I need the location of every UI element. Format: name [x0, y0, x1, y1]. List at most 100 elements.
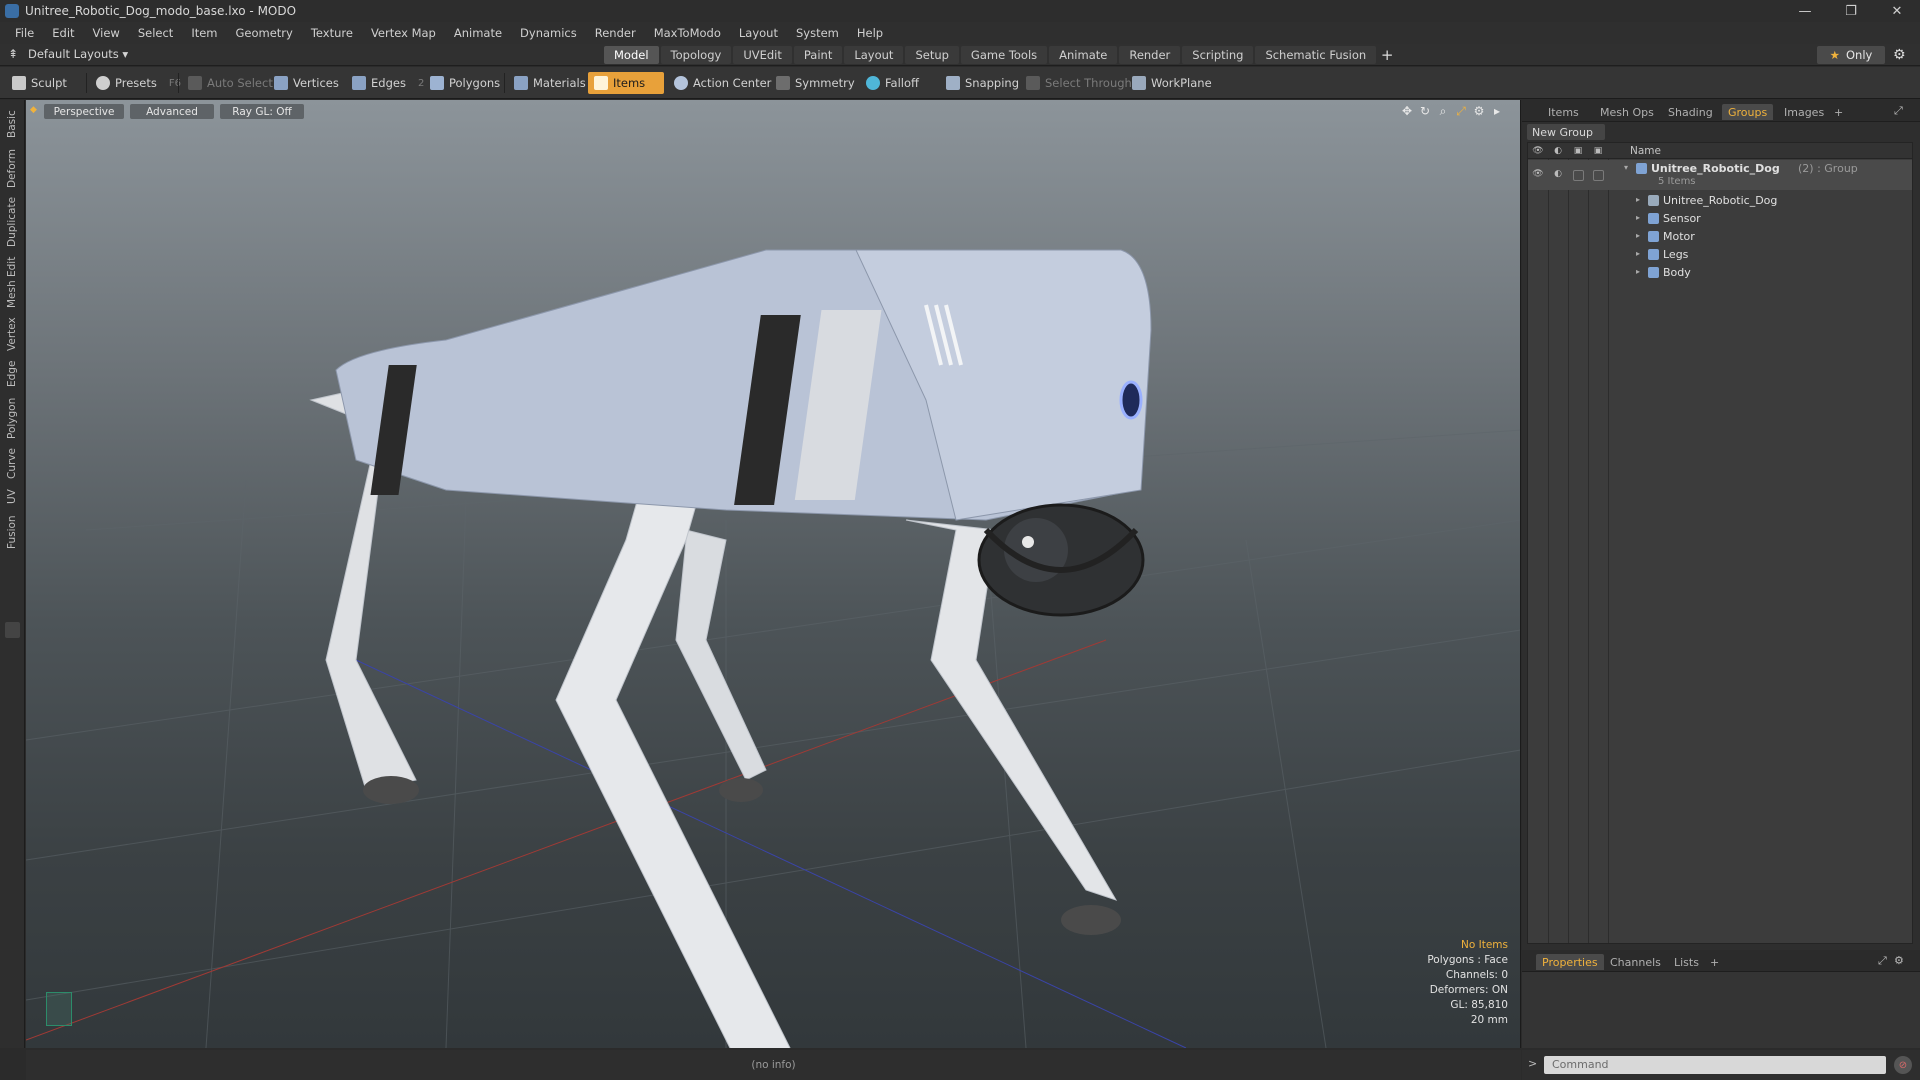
polygons-button[interactable]: Polygons [424, 72, 506, 94]
vtab-curve[interactable]: Curve [3, 446, 21, 482]
lock-column-icon[interactable]: ▣ [1572, 145, 1584, 157]
presets-button[interactable]: Presets F6 [90, 72, 187, 94]
tab-model[interactable]: Model [604, 46, 659, 64]
viewport-expand-icon[interactable]: ▸ [1490, 104, 1504, 118]
raygl-button[interactable]: Ray GL: Off [220, 104, 304, 119]
group-child-row[interactable]: ▸ Sensor [1528, 210, 1912, 228]
symmetry-button[interactable]: Symmetry [770, 72, 861, 94]
tab-mesh-ops[interactable]: Mesh Ops [1594, 104, 1660, 120]
vtab-basic[interactable]: Basic [3, 106, 21, 142]
layout-selector[interactable]: Default Layouts ▾ [28, 47, 128, 61]
items-button[interactable]: Items [588, 72, 664, 94]
group-child-row[interactable]: ▸ Unitree_Robotic_Dog [1528, 192, 1912, 210]
action-center-button[interactable]: Action Center [668, 72, 777, 94]
visibility-toggle-icon[interactable]: 👁 [1532, 168, 1544, 180]
tab-setup[interactable]: Setup [905, 46, 959, 64]
expand-arrow-icon[interactable]: ▸ [1636, 213, 1640, 222]
new-group-button[interactable]: New Group [1527, 124, 1605, 140]
menu-file[interactable]: File [6, 26, 43, 40]
falloff-button[interactable]: Falloff [860, 72, 925, 94]
menu-vertex-map[interactable]: Vertex Map [362, 26, 445, 40]
group-child-row[interactable]: ▸ Motor [1528, 228, 1912, 246]
tab-render[interactable]: Render [1119, 46, 1181, 64]
select-column-icon[interactable]: ▣ [1592, 145, 1604, 157]
tab-items[interactable]: Items [1542, 104, 1585, 120]
menu-texture[interactable]: Texture [302, 26, 362, 40]
workplane-button[interactable]: WorkPlane [1126, 72, 1218, 94]
shading-mode-button[interactable]: Advanced [130, 104, 214, 119]
menu-geometry[interactable]: Geometry [227, 26, 302, 40]
name-column-header[interactable]: Name [1630, 145, 1661, 157]
menu-maxtomodo[interactable]: MaxToModo [645, 26, 730, 40]
snapping-button[interactable]: Snapping [940, 72, 1025, 94]
tab-lists[interactable]: Lists [1668, 954, 1705, 970]
tab-groups[interactable]: Groups [1722, 104, 1774, 120]
zoom-icon[interactable]: ⌕ [1436, 104, 1450, 118]
vtab-duplicate[interactable]: Duplicate [3, 194, 21, 250]
layout-collapse-icon[interactable]: ⇞ [8, 47, 18, 61]
only-button[interactable]: ★ Only [1817, 46, 1885, 64]
menu-layout[interactable]: Layout [730, 26, 787, 40]
view-mode-button[interactable]: Perspective [44, 104, 124, 119]
properties-settings-icon[interactable]: ⚙ [1894, 954, 1904, 967]
group-row[interactable]: 👁 ◐ ▾ Unitree_Robotic_Dog (2) : Group 5 … [1528, 160, 1912, 190]
tab-topology[interactable]: Topology [660, 46, 732, 64]
menu-animate[interactable]: Animate [445, 26, 511, 40]
menu-system[interactable]: System [787, 26, 848, 40]
tab-paint[interactable]: Paint [793, 46, 843, 64]
menu-edit[interactable]: Edit [43, 26, 83, 40]
tab-layout[interactable]: Layout [844, 46, 904, 64]
collapse-arrow-icon[interactable]: ▾ [1624, 163, 1628, 172]
command-clear-icon[interactable]: ⊘ [1894, 1056, 1912, 1074]
vtab-vertex[interactable]: Vertex [3, 314, 21, 354]
gear-icon[interactable]: ⚙ [1893, 47, 1909, 63]
properties-expand-icon[interactable]: ⤢ [1878, 954, 1887, 968]
menu-item[interactable]: Item [182, 26, 226, 40]
vtab-fusion[interactable]: Fusion [3, 512, 21, 552]
vtab-edge[interactable]: Edge [3, 358, 21, 390]
tab-channels[interactable]: Channels [1604, 954, 1667, 970]
tab-uvedit[interactable]: UVEdit [733, 46, 792, 64]
menu-select[interactable]: Select [129, 26, 182, 40]
materials-button[interactable]: Materials [508, 72, 592, 94]
rotate-icon[interactable]: ↻ [1418, 104, 1432, 118]
viewport-settings-icon[interactable]: ⚙ [1472, 104, 1486, 118]
render-toggle-icon[interactable]: ◐ [1552, 168, 1564, 180]
add-panel-tab-button[interactable]: + [1828, 104, 1849, 120]
edges-button[interactable]: Edges 2 [346, 72, 430, 94]
panel-toggle-button[interactable] [5, 622, 20, 638]
expand-arrow-icon[interactable]: ▸ [1636, 195, 1640, 204]
expand-arrow-icon[interactable]: ▸ [1636, 231, 1640, 240]
fit-icon[interactable]: ⤢ [1454, 104, 1468, 118]
vtab-polygon[interactable]: Polygon [3, 394, 21, 442]
expand-arrow-icon[interactable]: ▸ [1636, 267, 1640, 276]
menu-help[interactable]: Help [848, 26, 892, 40]
close-icon[interactable]: ✕ [1874, 0, 1920, 22]
auto-select-button[interactable]: Auto Select [182, 72, 279, 94]
tab-images[interactable]: Images [1778, 104, 1830, 120]
sculpt-button[interactable]: Sculpt [6, 72, 73, 94]
command-input[interactable]: Command [1544, 1056, 1886, 1074]
menu-render[interactable]: Render [586, 26, 645, 40]
lock-checkbox[interactable] [1573, 170, 1584, 181]
visibility-column-icon[interactable]: 👁 [1532, 145, 1544, 157]
tab-schematic-fusion[interactable]: Schematic Fusion [1255, 46, 1377, 64]
vtab-mesh-edit[interactable]: Mesh Edit [3, 254, 21, 310]
pan-icon[interactable]: ✥ [1400, 104, 1414, 118]
menu-dynamics[interactable]: Dynamics [511, 26, 586, 40]
minimize-icon[interactable]: — [1782, 0, 1828, 22]
vtab-uv[interactable]: UV [3, 486, 21, 508]
viewport-menu-icon[interactable]: ◆ [30, 105, 37, 115]
group-child-row[interactable]: ▸ Legs [1528, 246, 1912, 264]
restore-icon[interactable]: ❐ [1828, 0, 1874, 22]
select-checkbox[interactable] [1593, 170, 1604, 181]
group-child-row[interactable]: ▸ Body [1528, 264, 1912, 282]
tab-scripting[interactable]: Scripting [1182, 46, 1254, 64]
expand-arrow-icon[interactable]: ▸ [1636, 249, 1640, 258]
tab-properties[interactable]: Properties [1536, 954, 1604, 970]
tab-animate[interactable]: Animate [1049, 46, 1118, 64]
tab-game-tools[interactable]: Game Tools [960, 46, 1048, 64]
3d-viewport[interactable]: ◆ Perspective Advanced Ray GL: Off ✥ ↻ ⌕… [26, 100, 1521, 1048]
menu-view[interactable]: View [84, 26, 129, 40]
panel-expand-icon[interactable]: ⤢ [1894, 104, 1903, 118]
